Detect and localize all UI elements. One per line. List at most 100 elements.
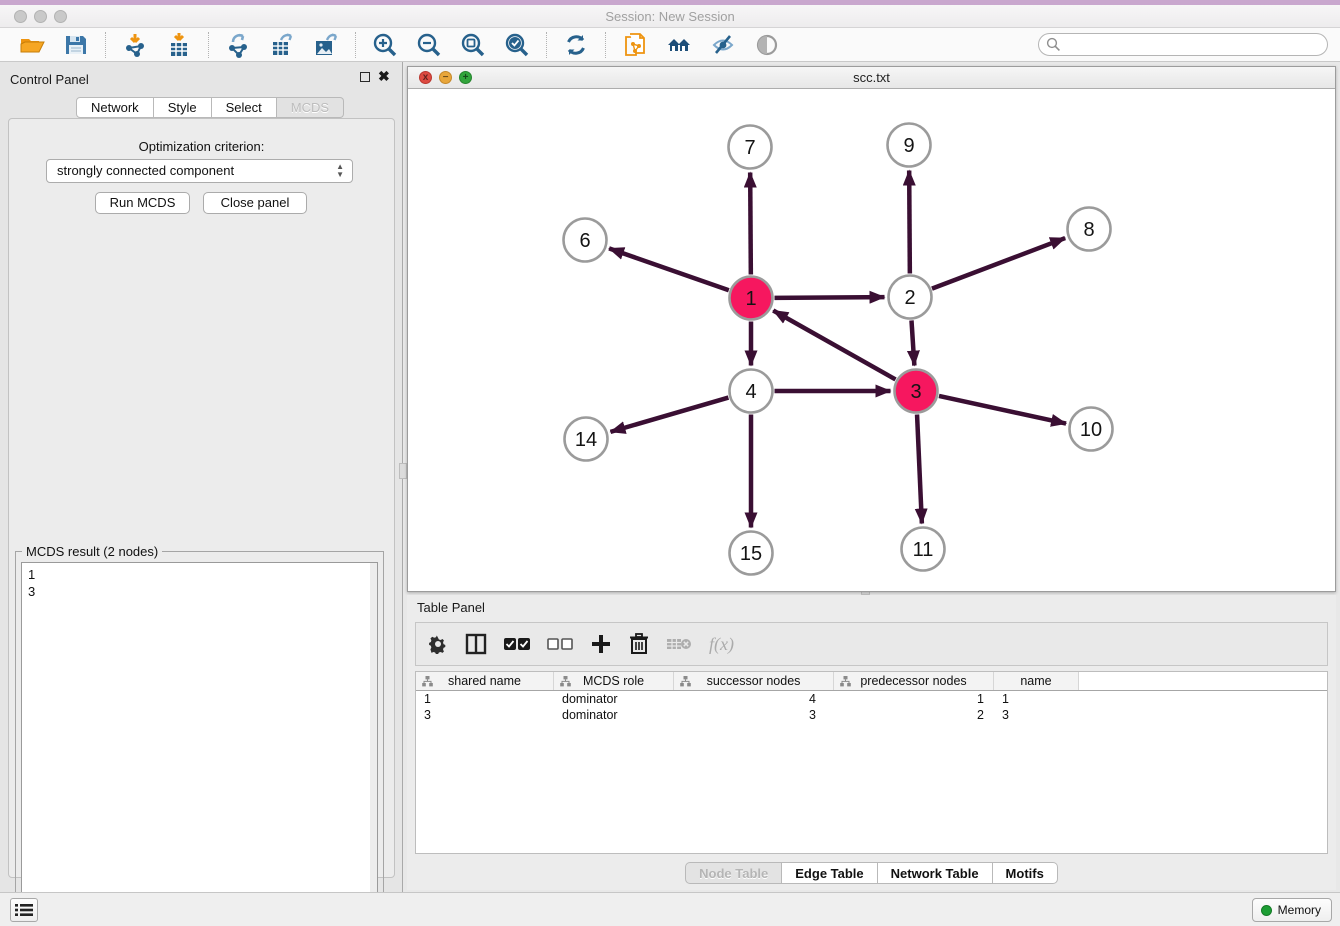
tab-motifs[interactable]: Motifs [993,862,1058,884]
toolbar-separator [605,32,606,58]
tab-node-table[interactable]: Node Table [685,862,782,884]
control-panel-tabs: NetworkStyleSelectMCDS [76,97,344,118]
tab-mcds[interactable]: MCDS [277,97,344,118]
memory-button[interactable]: Memory [1252,898,1332,922]
task-history-button[interactable] [10,898,38,922]
edge-1-7[interactable] [750,172,751,274]
column-type-icon [422,676,433,687]
export-table-icon[interactable] [269,32,295,58]
table-cell[interactable]: 3 [994,707,1079,723]
node-1[interactable]: 1 [730,277,773,320]
node-8[interactable]: 8 [1068,208,1111,251]
network-graph[interactable]: 7 9 6 8 1 2 4 3 14 10 15 11 [408,89,1335,592]
control-panel: Control Panel ✖ NetworkStyleSelectMCDS O… [0,62,403,892]
edge-1-2[interactable] [774,297,884,298]
node-label: 6 [579,230,590,252]
toolbar-separator [355,32,356,58]
tab-network-table[interactable]: Network Table [878,862,993,884]
delete-table-icon [666,636,692,652]
select-all-icon[interactable] [504,637,530,651]
table-cell[interactable]: dominator [554,691,674,707]
node-3[interactable]: 3 [895,370,938,413]
node-9[interactable]: 9 [888,124,931,167]
hide-details-icon[interactable] [710,32,736,58]
tab-select[interactable]: Select [212,97,277,118]
column-view-icon[interactable] [465,633,487,655]
node-label: 8 [1083,219,1094,241]
tab-edge-table[interactable]: Edge Table [782,862,877,884]
node-7[interactable]: 7 [729,126,772,169]
mcds-result-box[interactable]: 1 3 [21,562,378,917]
run-mcds-button[interactable]: Run MCDS [95,192,190,214]
edge-3-11[interactable] [917,414,922,523]
function-builder-icon: f(x) [709,634,734,655]
float-panel-icon[interactable] [360,72,370,82]
add-column-icon[interactable] [590,633,612,655]
column-header-predecessor-nodes[interactable]: predecessor nodes [834,672,994,690]
edge-3-10[interactable] [939,396,1066,424]
edge-1-6[interactable] [609,248,729,290]
node-label: 7 [744,137,755,159]
edge-2-8[interactable] [932,238,1065,289]
network-canvas[interactable]: 7 9 6 8 1 2 4 3 14 10 15 11 [408,89,1335,591]
new-network-from-file-icon[interactable] [622,32,648,58]
node-15[interactable]: 15 [730,532,773,575]
refresh-icon[interactable] [563,32,589,58]
node-label: 11 [913,539,934,561]
delete-column-icon[interactable] [629,633,649,655]
unselect-all-icon[interactable] [547,637,573,651]
node-4[interactable]: 4 [730,370,773,413]
close-panel-icon[interactable]: ✖ [378,69,390,83]
table-cell[interactable]: 3 [416,707,554,723]
import-table-icon[interactable] [166,32,192,58]
column-header-shared-name[interactable]: shared name [416,672,554,690]
edge-4-14[interactable] [610,398,728,432]
edge-2-3[interactable] [911,320,914,365]
table-cell[interactable]: 1 [994,691,1079,707]
node-label: 10 [1080,419,1102,441]
table-row[interactable]: 1dominator411 [416,691,1327,707]
result-scrollbar[interactable] [370,563,377,916]
column-header-successor-nodes[interactable]: successor nodes [674,672,834,690]
node-label: 9 [903,135,914,157]
close-panel-button[interactable]: Close panel [203,192,307,214]
table-cell[interactable]: 3 [674,707,834,723]
table-cell[interactable]: 1 [416,691,554,707]
table-cell[interactable]: 4 [674,691,834,707]
network-window-titlebar[interactable]: x − + scc.txt [408,67,1335,89]
table-cell[interactable]: 2 [834,707,994,723]
edge-2-9[interactable] [909,170,910,273]
node-11[interactable]: 11 [902,528,945,571]
splitter-grip[interactable] [399,463,407,479]
column-header-mcds-role[interactable]: MCDS role [554,672,674,690]
table-cell[interactable]: 1 [834,691,994,707]
zoom-selected-icon[interactable] [504,32,530,58]
zoom-fit-icon[interactable] [460,32,486,58]
zoom-out-icon[interactable] [416,32,442,58]
criterion-dropdown[interactable]: strongly connected component ▲▼ [46,159,353,183]
node-10[interactable]: 10 [1070,408,1113,451]
gear-icon[interactable] [428,634,448,654]
node-table[interactable]: shared nameMCDS rolesuccessor nodesprede… [415,671,1328,854]
import-network-icon[interactable] [122,32,148,58]
search-input[interactable] [1038,33,1328,56]
table-cell[interactable]: dominator [554,707,674,723]
main-toolbar [0,28,1340,62]
show-graphics-details-icon[interactable] [754,32,780,58]
node-6[interactable]: 6 [564,219,607,262]
tab-style[interactable]: Style [154,97,212,118]
node-2[interactable]: 2 [889,276,932,319]
column-header-name[interactable]: name [994,672,1079,690]
export-image-icon[interactable] [313,32,339,58]
open-folder-icon[interactable] [19,32,45,58]
table-row[interactable]: 3dominator323 [416,707,1327,723]
node-14[interactable]: 14 [565,418,608,461]
save-icon[interactable] [63,32,89,58]
column-type-icon [840,676,851,687]
export-network-icon[interactable] [225,32,251,58]
memory-label: Memory [1278,903,1321,917]
edge-3-1[interactable] [773,311,895,380]
zoom-in-icon[interactable] [372,32,398,58]
homes-icon[interactable] [666,32,692,58]
tab-network[interactable]: Network [76,97,154,118]
